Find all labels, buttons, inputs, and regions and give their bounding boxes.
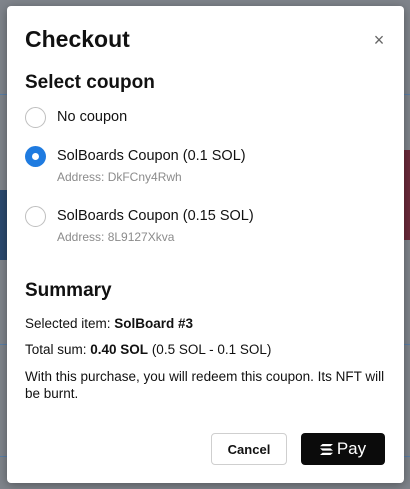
coupon-option-label: No coupon — [57, 109, 128, 125]
total-sum-value: 0.40 SOL — [90, 342, 149, 357]
solana-icon — [319, 443, 333, 455]
coupon-address: Address: DkFCny4Rwh — [57, 170, 182, 184]
selected-item-line: Selected item: SolBoard #3 — [25, 316, 193, 331]
radio-button-selected[interactable] — [25, 146, 46, 167]
selected-item-label: Selected item: — [25, 316, 115, 331]
coupon-option-label: SolBoards Coupon (0.1 SOL) — [57, 148, 246, 164]
cancel-button[interactable]: Cancel — [211, 433, 287, 465]
checkout-modal: Checkout × Select coupon No coupon SolBo… — [7, 6, 404, 483]
radio-button[interactable] — [25, 107, 46, 128]
background-card-image — [0, 190, 7, 260]
modal-title: Checkout — [25, 26, 130, 52]
close-icon[interactable]: × — [372, 31, 386, 49]
summary-section-title: Summary — [25, 280, 112, 301]
coupon-address: Address: 8L9127Xkva — [57, 230, 175, 244]
radio-button[interactable] — [25, 206, 46, 227]
total-sum-label: Total sum: — [25, 342, 91, 357]
redeem-notice: With this purchase, you will redeem this… — [25, 369, 385, 401]
selected-item-value: SolBoard #3 — [114, 316, 194, 331]
total-sum-line: Total sum: 0.40 SOL (0.5 SOL - 0.1 SOL) — [25, 342, 271, 357]
coupon-section-title: Select coupon — [25, 72, 155, 93]
pay-button[interactable]: Pay — [301, 433, 385, 465]
total-sum-breakdown: (0.5 SOL - 0.1 SOL) — [148, 342, 272, 357]
pay-button-label: Pay — [336, 439, 367, 458]
background-card-image — [404, 150, 410, 240]
coupon-option-label: SolBoards Coupon (0.15 SOL) — [57, 208, 254, 224]
